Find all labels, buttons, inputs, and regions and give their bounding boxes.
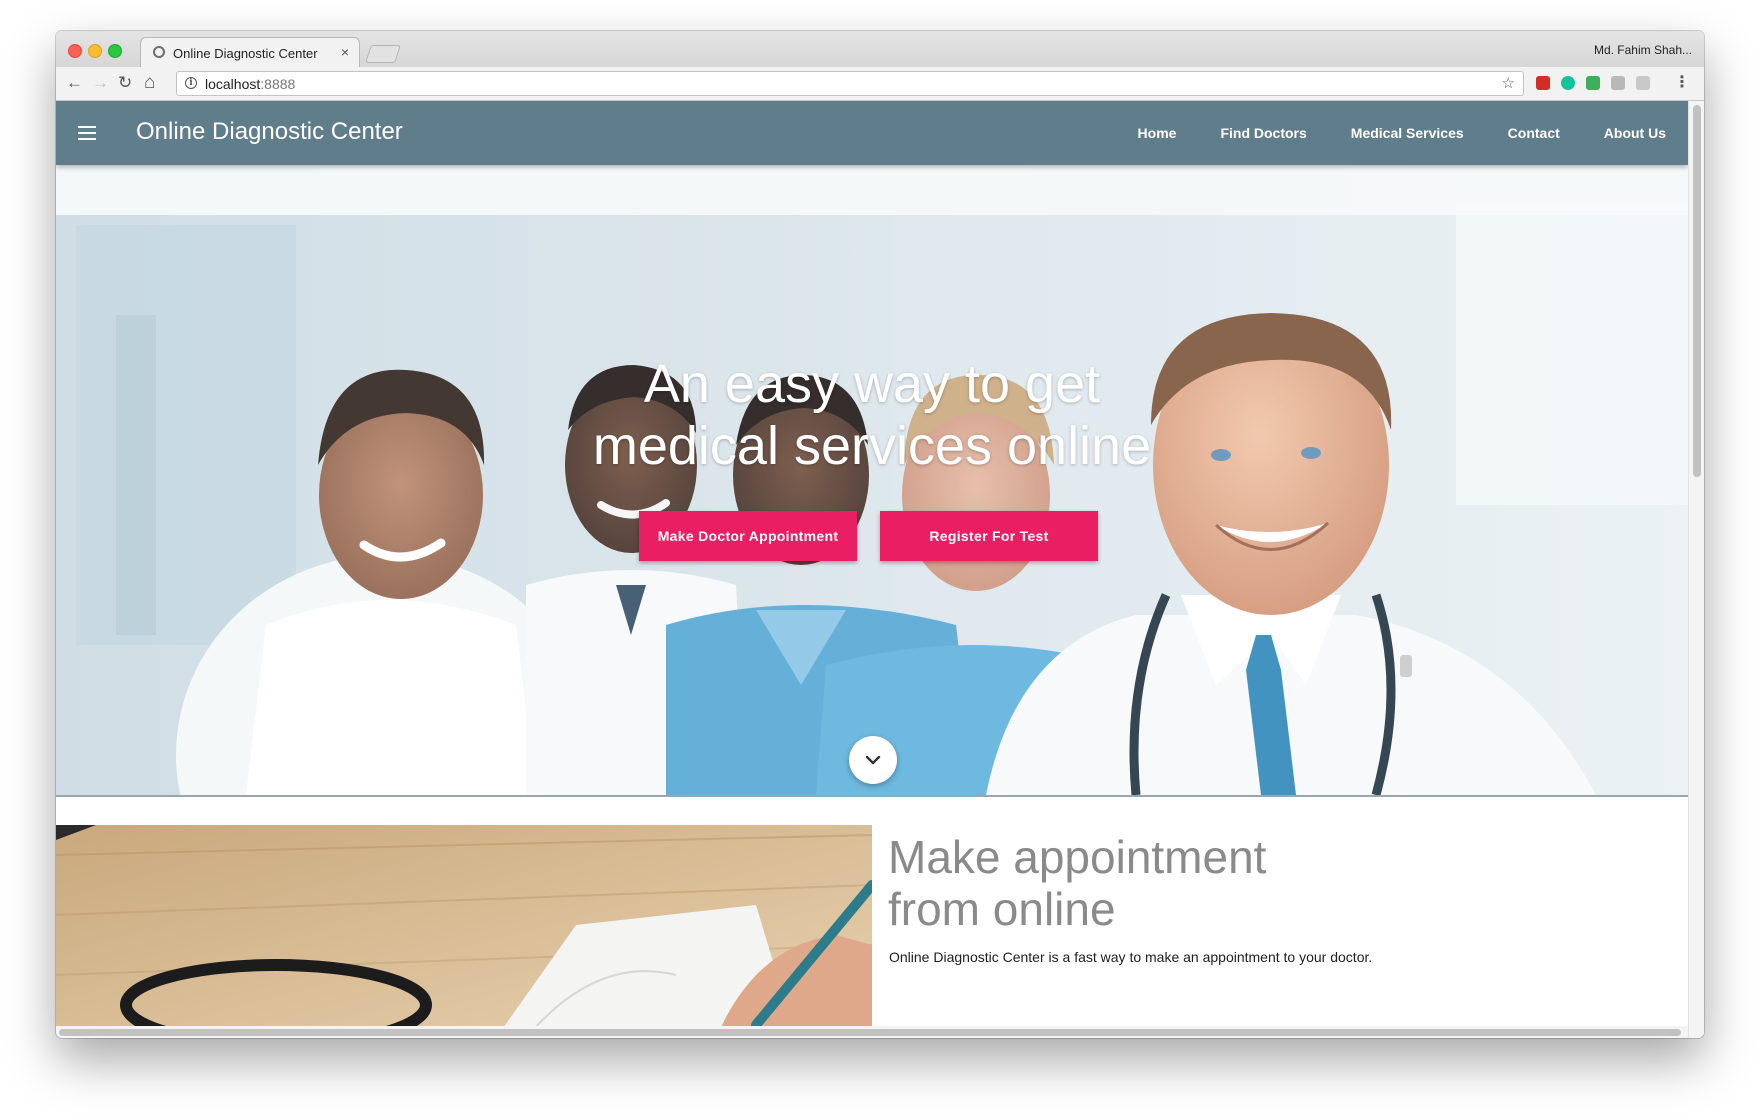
browser-window: Online Diagnostic Center × Md. Fahim Sha… [56, 31, 1704, 1038]
vertical-scroll-thumb[interactable] [1693, 105, 1701, 477]
shield-extension-icon[interactable] [1586, 76, 1600, 90]
nav-home[interactable]: Home [1116, 101, 1199, 165]
maximize-window-button[interactable] [108, 44, 122, 58]
hero-title-line1: An easy way to get [643, 354, 1101, 414]
doctors-hero-image [56, 165, 1688, 795]
app-header: Online Diagnostic Center Home Find Docto… [56, 101, 1688, 165]
url-port: :8888 [260, 76, 296, 92]
tab-title: Online Diagnostic Center [173, 46, 318, 61]
home-icon[interactable]: ⌂ [144, 73, 155, 93]
nav-find-doctors[interactable]: Find Doctors [1198, 101, 1328, 165]
globe-favicon-icon [153, 46, 165, 58]
section-description: Online Diagnostic Center is a fast way t… [889, 949, 1373, 965]
bookmark-star-icon[interactable]: ☆ [1502, 74, 1515, 92]
main-nav: Home Find Doctors Medical Services Conta… [1116, 101, 1688, 165]
cast-extension-icon[interactable] [1636, 76, 1650, 90]
profile-name[interactable]: Md. Fahim Shah... [1594, 43, 1692, 57]
section-title-line1: Make appointment [888, 831, 1267, 883]
url-host: localhost [205, 76, 261, 92]
scroll-down-button[interactable] [849, 736, 897, 784]
horizontal-scrollbar[interactable] [56, 1026, 1688, 1038]
appointment-section: Make appointment from online Online Diag… [56, 825, 1688, 1038]
new-tab-button[interactable] [365, 45, 401, 63]
forward-arrow-icon[interactable]: → [92, 73, 109, 93]
grey-extension-icon[interactable] [1611, 76, 1625, 90]
section-title: Make appointment from online [888, 831, 1488, 935]
section-title-line2: from online [888, 883, 1116, 935]
browser-titlebar: Online Diagnostic Center × Md. Fahim Sha… [56, 31, 1704, 67]
back-arrow-icon[interactable]: ← [66, 73, 83, 93]
lastpass-extension-icon[interactable] [1536, 76, 1550, 90]
desk-writing-image [56, 825, 872, 1038]
hamburger-menu-icon[interactable] [78, 126, 96, 144]
reload-icon[interactable]: ↻ [118, 73, 132, 93]
tab-close-icon[interactable]: × [341, 44, 349, 60]
nav-contact[interactable]: Contact [1486, 101, 1582, 165]
browser-tab-active[interactable]: Online Diagnostic Center × [140, 37, 360, 67]
nav-medical-services[interactable]: Medical Services [1329, 101, 1486, 165]
address-bar[interactable]: i localhost:8888 ☆ [176, 71, 1524, 96]
hero-title-line2: medical services online [592, 416, 1152, 476]
horizontal-scroll-thumb[interactable] [59, 1029, 1681, 1036]
register-test-button[interactable]: Register For Test [880, 511, 1098, 561]
web-page: Online Diagnostic Center Home Find Docto… [56, 101, 1688, 1038]
browser-toolbar: ← → ↻ ⌂ i localhost:8888 ☆ ⋮ [56, 67, 1704, 101]
vertical-scrollbar[interactable] [1688, 101, 1704, 1038]
brand-title[interactable]: Online Diagnostic Center [136, 118, 403, 146]
url-text[interactable]: localhost:8888 [205, 76, 295, 92]
nav-about-us[interactable]: About Us [1582, 101, 1688, 165]
chevron-down-icon [865, 755, 881, 765]
browser-menu-icon[interactable]: ⋮ [1674, 72, 1690, 92]
minimize-window-button[interactable] [88, 44, 102, 58]
grammarly-extension-icon[interactable] [1561, 76, 1575, 90]
close-window-button[interactable] [68, 44, 82, 58]
hero-section: An easy way to get medical services onli… [56, 165, 1688, 797]
hero-title: An easy way to get medical services onli… [56, 353, 1688, 477]
make-appointment-button[interactable]: Make Doctor Appointment [639, 511, 857, 561]
site-info-icon[interactable]: i [185, 77, 197, 89]
